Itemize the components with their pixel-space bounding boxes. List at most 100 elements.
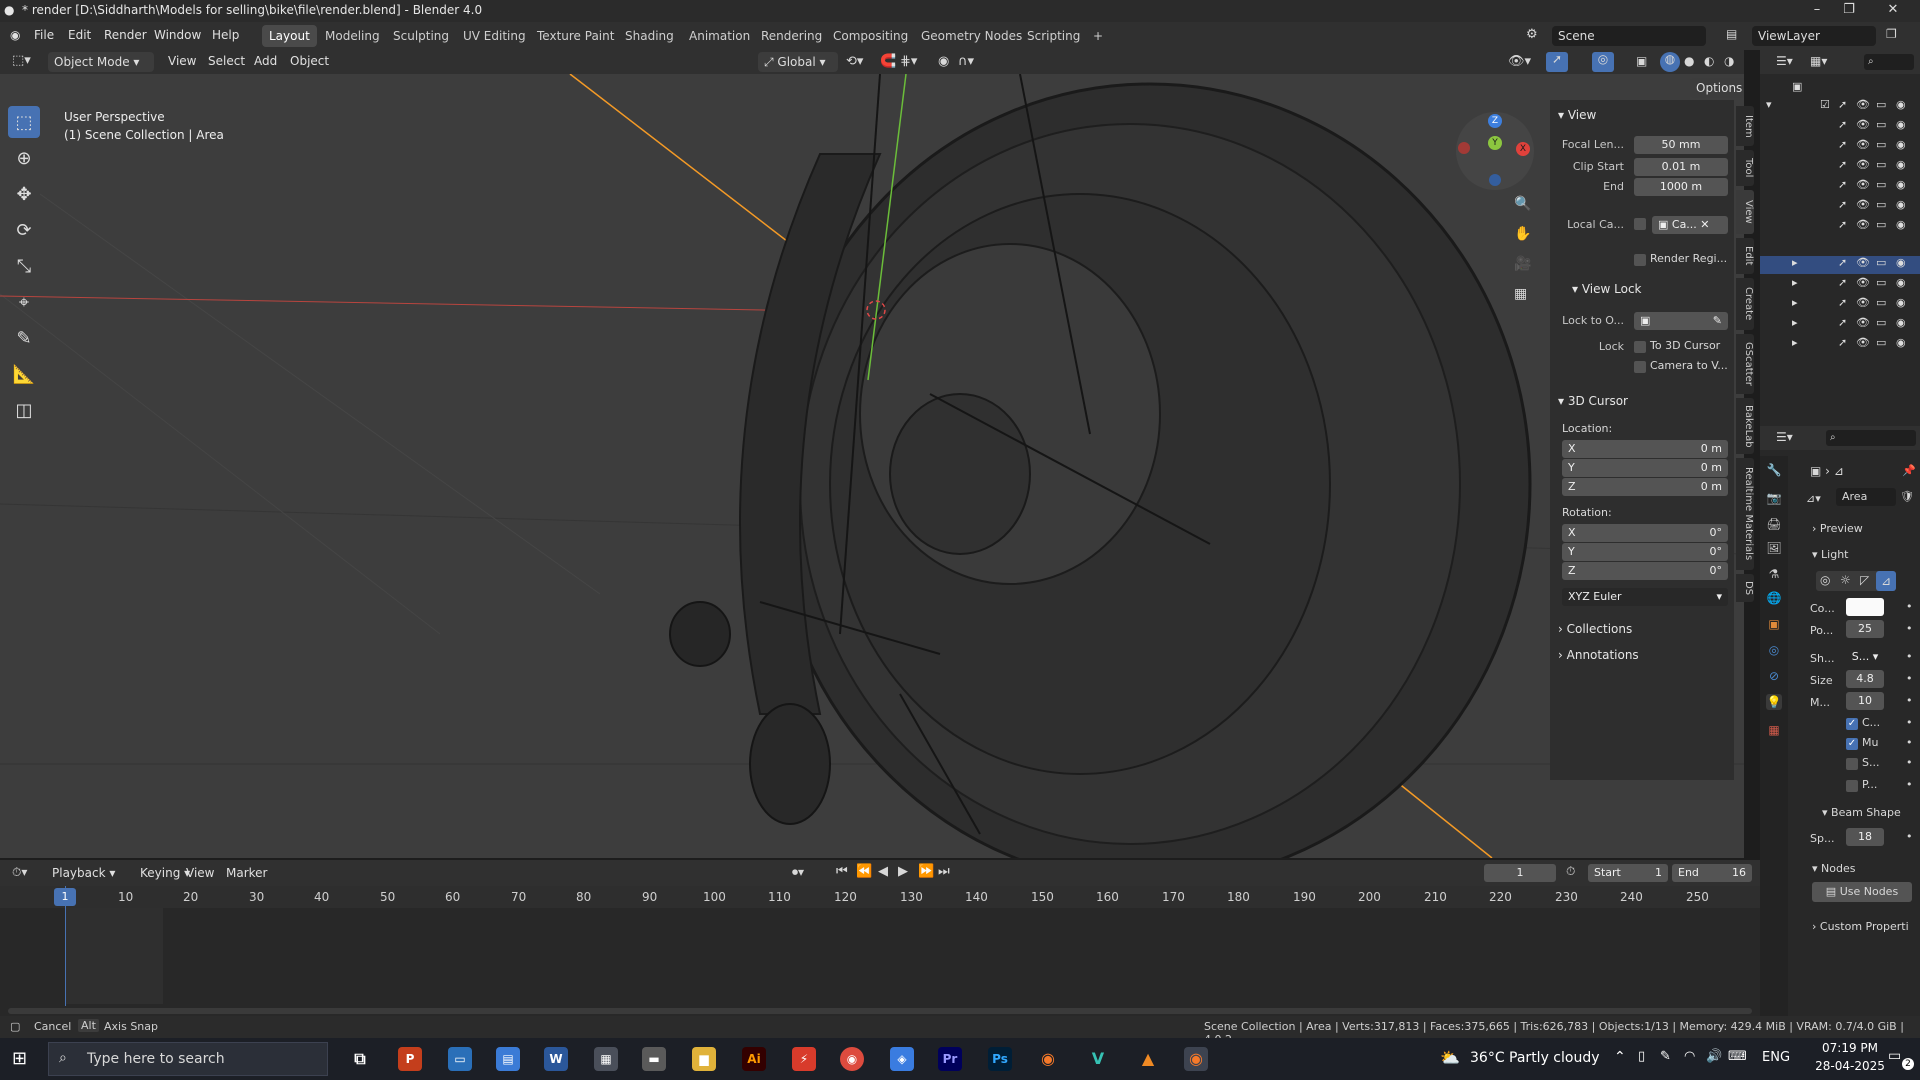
select-icon[interactable]: ➚ [1838, 158, 1847, 171]
render-camera-icon[interactable]: ◉ [1896, 336, 1906, 349]
side-tab-create[interactable]: Create [1736, 278, 1754, 330]
point-light-icon[interactable]: ◎ [1820, 573, 1830, 587]
timeline-scrollbar[interactable] [8, 1008, 1752, 1014]
blender-menu-icon[interactable]: ◉ [10, 28, 20, 42]
end-frame-field[interactable]: End 16 [1672, 864, 1752, 882]
taskbar-search-box[interactable]: ⌕ Type here to search [48, 1042, 328, 1076]
render-camera-icon[interactable]: ◉ [1896, 158, 1906, 171]
expand-icon[interactable]: ▸ [1792, 316, 1798, 329]
viewport-icon[interactable]: ▭ [1876, 218, 1886, 231]
timeline-menu-playback[interactable]: Playback ▾ [52, 866, 115, 880]
eye-icon[interactable]: 👁 [1856, 198, 1870, 211]
side-tab-gscatter[interactable]: GScatter [1736, 334, 1754, 394]
keyframe-dot-icon[interactable]: • [1906, 830, 1913, 843]
select-icon[interactable]: ➚ [1838, 256, 1847, 269]
add-cube-tool-icon[interactable]: ◫ [8, 394, 40, 426]
render-camera-icon[interactable]: ◉ [1896, 218, 1906, 231]
eye-icon[interactable]: 👁 [1856, 158, 1870, 171]
render-camera-icon[interactable]: ◉ [1896, 316, 1906, 329]
start-frame-field[interactable]: Start 1 [1588, 864, 1668, 882]
blender-icon[interactable]: ◉ [1036, 1047, 1060, 1071]
illustrator-icon[interactable]: Ai [742, 1047, 766, 1071]
jump-keyframe-back-icon[interactable]: ⏪ [856, 864, 872, 879]
cursor-location-z[interactable]: Z 0 m [1562, 478, 1728, 496]
tray-chevron-icon[interactable]: ⌃ [1614, 1049, 1626, 1065]
collections-section-header[interactable]: › Collections [1558, 622, 1632, 636]
pan-hand-icon[interactable]: ✋ [1514, 226, 1531, 242]
render-camera-icon[interactable]: ◉ [1896, 98, 1906, 111]
clock-time[interactable]: 07:19 PM [1814, 1041, 1886, 1055]
auto-keying-icon[interactable]: ⏺▾ [792, 865, 804, 880]
custom-properties-section-header[interactable]: › Custom Properti [1812, 920, 1909, 933]
proportional-edit-icon[interactable]: ◉ [938, 54, 949, 69]
snap-icon[interactable]: 🧲 [880, 54, 896, 69]
light-type-selector[interactable]: ◎ ☼ ◸ ⊿ [1816, 571, 1896, 591]
keyframe-dot-icon[interactable]: • [1906, 716, 1913, 729]
eye-icon[interactable]: 👁 [1856, 276, 1870, 289]
expand-icon[interactable]: ▸ [1792, 256, 1798, 269]
photoshop-icon[interactable]: Ps [988, 1047, 1012, 1071]
annotations-section-header[interactable]: › Annotations [1558, 648, 1639, 662]
vp-menu-view[interactable]: View [168, 54, 196, 68]
side-tab-view[interactable]: View [1736, 190, 1754, 234]
expand-icon[interactable]: ▸ [1792, 276, 1798, 289]
tab-layout[interactable]: Layout [262, 25, 317, 47]
render-camera-icon[interactable]: ◉ [1896, 256, 1906, 269]
app-icon[interactable]: ▦ [594, 1047, 618, 1071]
premiere-icon[interactable]: Pr [938, 1047, 962, 1071]
outliner-row-scene-collection[interactable]: ▣ [1760, 80, 1920, 98]
eye-icon[interactable]: 👁 [1856, 316, 1870, 329]
side-tab-tool[interactable]: Tool [1736, 150, 1754, 186]
scale-tool-icon[interactable]: ⤡ [8, 250, 40, 282]
timeline-menu-marker[interactable]: Marker [226, 866, 267, 880]
falloff-icon[interactable]: ∩▾ [958, 54, 974, 69]
menu-render[interactable]: Render [104, 28, 147, 42]
scene-icon[interactable]: ⚙ [1526, 27, 1538, 42]
outliner-row[interactable]: ➚ 👁 ▭ ◉ [1760, 198, 1920, 216]
shadow-caustics-checkbox[interactable] [1846, 758, 1858, 770]
light-data-tab-icon[interactable]: 💡 [1766, 694, 1782, 710]
tab-animation[interactable]: Animation [682, 25, 757, 47]
select-icon[interactable]: ➚ [1838, 218, 1847, 231]
eye-icon[interactable]: 👁 [1856, 296, 1870, 309]
file-explorer-icon[interactable]: ▆ [692, 1047, 716, 1071]
word-icon[interactable]: W [544, 1047, 568, 1071]
light-data-name-field[interactable]: Area [1836, 488, 1896, 506]
viewport-icon[interactable]: ▭ [1876, 316, 1886, 329]
play-reverse-icon[interactable]: ◀ [878, 864, 888, 879]
scene-selector[interactable]: Scene [1552, 26, 1706, 46]
gizmo-x[interactable]: X [1516, 142, 1530, 156]
solid-shading-icon[interactable]: ● [1684, 54, 1694, 68]
select-icon[interactable]: ➚ [1838, 138, 1847, 151]
viewport-icon[interactable]: ▭ [1876, 198, 1886, 211]
eye-icon[interactable]: 👁 [1856, 336, 1870, 349]
new-viewlayer-icon[interactable]: ❐ [1886, 27, 1897, 41]
annotate-tool-icon[interactable]: ✎ [8, 322, 40, 354]
battery-icon[interactable]: ▯ [1638, 1049, 1645, 1064]
gizmo-z[interactable]: Z [1488, 114, 1502, 128]
view-layer-tab-icon[interactable]: 🖼 [1766, 540, 1782, 556]
menu-help[interactable]: Help [212, 28, 239, 42]
keyframe-dot-icon[interactable]: • [1906, 650, 1913, 663]
xray-icon[interactable]: ▣ [1636, 54, 1647, 68]
3d-cursor-header[interactable]: ▾ 3D Cursor [1558, 394, 1628, 408]
keyframe-dot-icon[interactable]: • [1906, 736, 1913, 749]
outliner-row[interactable]: ▾ ☑ ➚ 👁 ▭ ◉ [1760, 98, 1920, 116]
tab-sculpting[interactable]: Sculpting [386, 25, 456, 47]
fake-user-icon[interactable]: 🛡 [1900, 490, 1914, 503]
eye-icon[interactable]: 👁 [1856, 118, 1870, 131]
clip-end-field[interactable]: 1000 m [1634, 178, 1728, 196]
weather-icon[interactable]: ⛅ [1440, 1048, 1460, 1067]
vp-menu-select[interactable]: Select [208, 54, 245, 68]
rendered-shading-icon[interactable]: ◑ [1724, 54, 1734, 68]
properties-search-icon[interactable]: ⌕ [1826, 430, 1916, 446]
viewport-icon[interactable]: ▭ [1876, 296, 1886, 309]
timeline-editor-icon[interactable]: ⏱▾ [12, 865, 27, 880]
clip-start-field[interactable]: 0.01 m [1634, 158, 1728, 176]
max-bounces-field[interactable]: 10 [1846, 692, 1884, 710]
scene-tab-icon[interactable]: ⚗ [1766, 566, 1782, 582]
eye-icon[interactable]: 👁 [1856, 138, 1870, 151]
preview-range-icon[interactable]: ⏱ [1566, 864, 1575, 879]
tool-tab-icon[interactable]: 🔧 [1766, 462, 1782, 478]
volume-icon[interactable]: 🔊 [1706, 1049, 1722, 1064]
